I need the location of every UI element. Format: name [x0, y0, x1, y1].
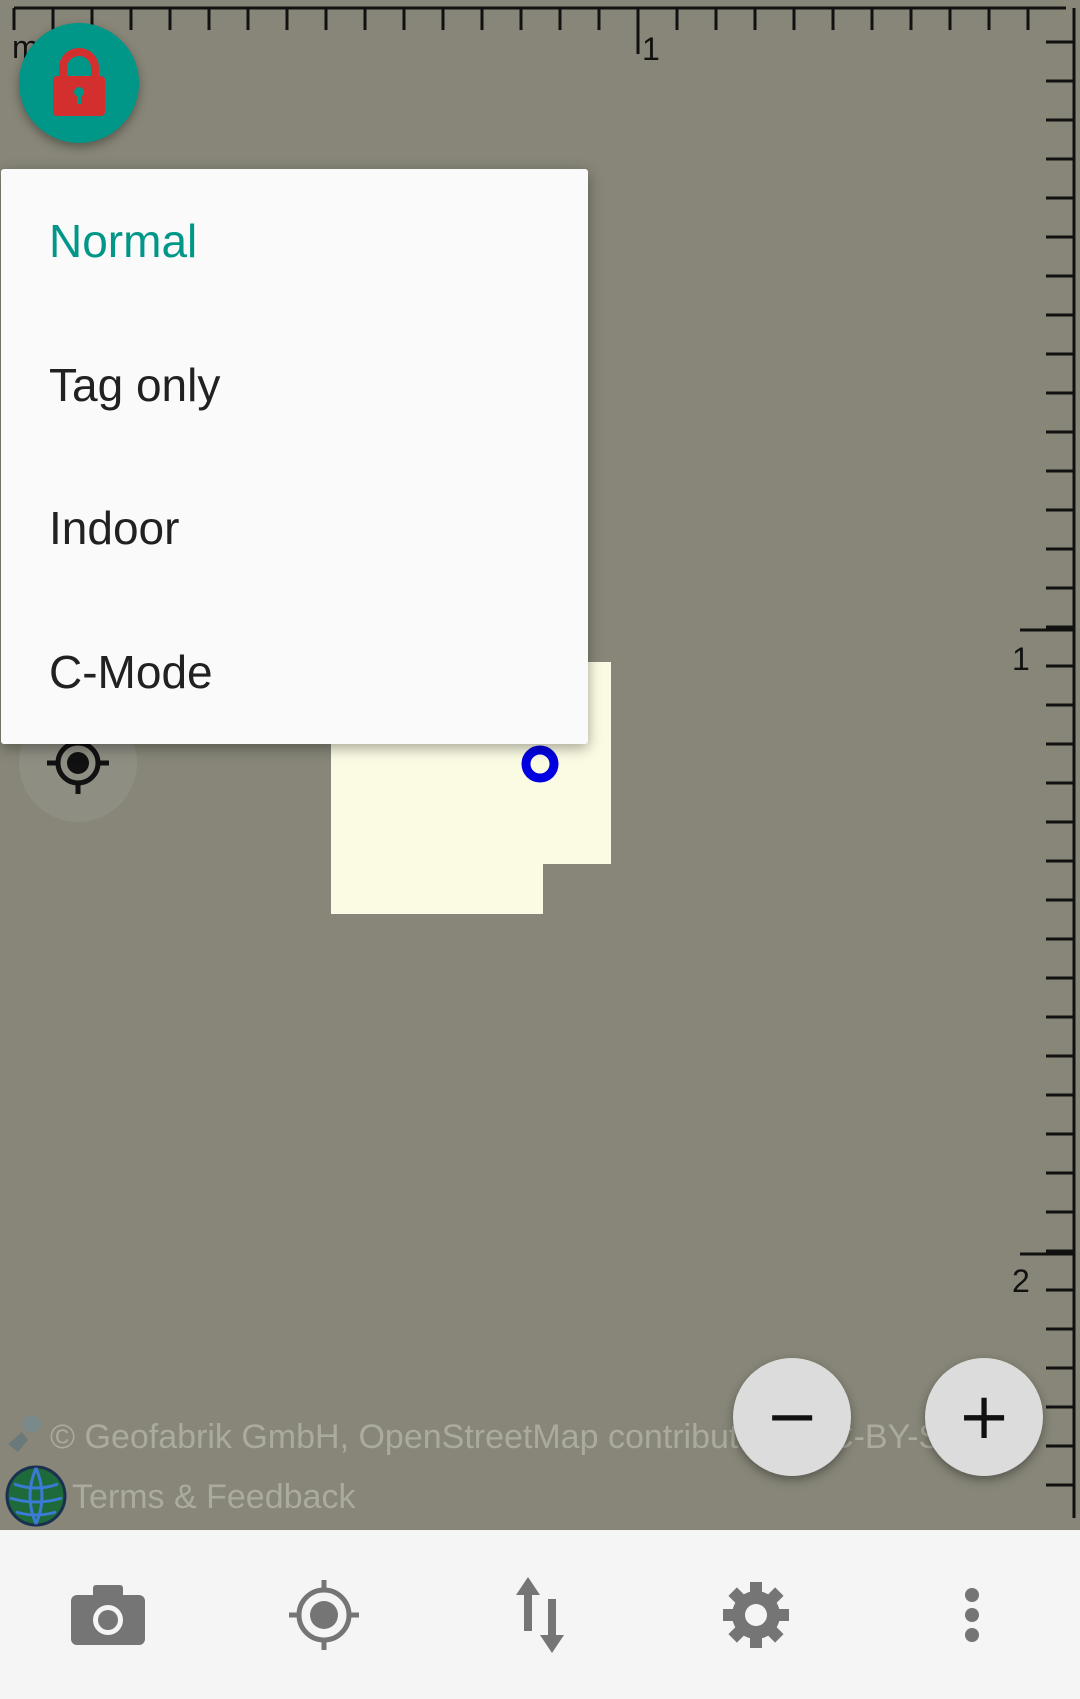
- menu-item-c-mode[interactable]: C-Mode: [1, 600, 588, 744]
- settings-button[interactable]: [696, 1555, 816, 1675]
- globe-icon: [5, 1465, 67, 1527]
- menu-item-normal[interactable]: Normal: [1, 169, 588, 313]
- ruler-label-top-1: 1: [642, 31, 660, 67]
- menu-item-indoor[interactable]: Indoor: [1, 457, 588, 601]
- gps-follow-icon: [289, 1579, 359, 1650]
- zoom-out-button[interactable]: −: [733, 1358, 851, 1476]
- osm-logo-icon: [8, 1415, 41, 1452]
- terms-feedback-link[interactable]: Terms & Feedback: [72, 1478, 355, 1517]
- transfer-button[interactable]: [480, 1555, 600, 1675]
- transfer-icon: [516, 1576, 564, 1653]
- minus-icon: −: [765, 1380, 819, 1454]
- building-area[interactable]: [331, 864, 543, 914]
- gps-follow-button[interactable]: [264, 1555, 384, 1675]
- overflow-menu-icon: [965, 1587, 979, 1642]
- bottom-toolbar: [0, 1530, 1080, 1699]
- settings-gear-icon: [723, 1581, 789, 1648]
- current-location-marker: [521, 745, 559, 783]
- ruler-label-right-2: 2: [1012, 1263, 1030, 1299]
- ruler-label-right-1: 1: [1012, 641, 1030, 677]
- lock-button[interactable]: [19, 23, 139, 143]
- camera-icon: [71, 1584, 145, 1645]
- mode-menu: Normal Tag only Indoor C-Mode: [1, 169, 588, 744]
- lock-icon: [53, 48, 105, 116]
- camera-button[interactable]: [48, 1555, 168, 1675]
- zoom-in-button[interactable]: +: [925, 1358, 1043, 1476]
- overflow-menu-button[interactable]: [912, 1555, 1032, 1675]
- menu-item-tag-only[interactable]: Tag only: [1, 313, 588, 457]
- plus-icon: +: [957, 1380, 1011, 1454]
